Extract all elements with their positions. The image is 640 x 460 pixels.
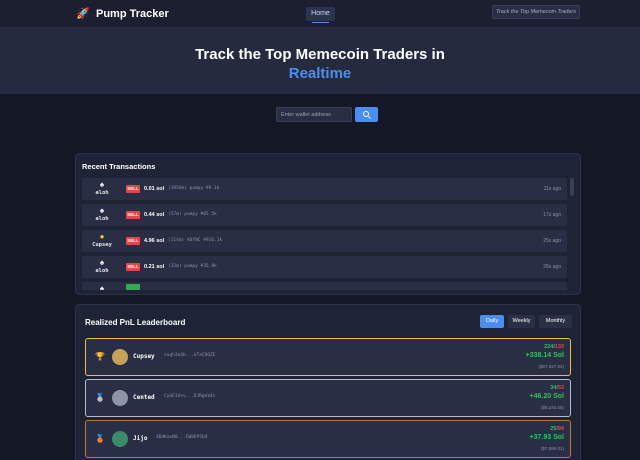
transaction-row[interactable]: ♠ aloh SELL 0.21 sol (32m) pumpy ¥35.9k …: [82, 256, 567, 278]
brand[interactable]: 🚀 Pump Tracker: [76, 6, 169, 22]
nav-search-box[interactable]: Track the Top Memecoin Traders: [492, 5, 580, 19]
avatar: [112, 390, 128, 406]
trader-name[interactable]: aloh: [82, 190, 122, 196]
wallet-address[interactable]: CyaE1Vxv...DJRgeV4c: [164, 394, 215, 399]
tx-amount: 0.21 sol: [144, 264, 165, 270]
tx-time: 11s ago: [543, 186, 561, 192]
tx-amount: 4.96 sol: [144, 238, 165, 244]
tab-daily[interactable]: Daily: [480, 315, 504, 328]
tx-details: (114m) ADYNC ¥916.1k: [168, 238, 223, 243]
realized-pnl: +37.93 Sol: [529, 434, 564, 441]
win-loss-count: 25/94: [550, 426, 564, 432]
realized-pnl: +46.20 Sol: [529, 393, 564, 400]
trophy-icon: 🏆: [95, 352, 105, 361]
recent-transactions-title: Recent Transactions: [82, 162, 156, 171]
tx-details: (32m) pumpy ¥35.9k: [168, 264, 217, 269]
trader-name[interactable]: Jijo: [133, 435, 147, 442]
pnl-usd: ($9,240.08): [540, 405, 564, 410]
sell-badge: SELL: [126, 211, 140, 219]
tx-time: 28s ago: [543, 264, 561, 270]
trader-name[interactable]: aloh: [82, 268, 122, 274]
sell-badge: SELL: [126, 237, 140, 245]
trader-name[interactable]: Cupsey: [82, 242, 122, 248]
sell-badge: SELL: [126, 263, 140, 271]
avatar: [112, 349, 128, 365]
hero-title: Track the Top Memecoin Traders in: [195, 46, 445, 63]
trader-name[interactable]: aloh: [82, 216, 122, 222]
hero-title-highlight: Realtime: [288, 65, 352, 82]
buy-badge: [126, 284, 140, 290]
sell-badge: SELL: [126, 185, 140, 193]
tx-amount: 0.44 sol: [144, 212, 165, 218]
transaction-row[interactable]: ♠ aloh SELL 0.44 sol (57m) pumpy ¥85.5k …: [82, 204, 567, 226]
tx-time: 17s ago: [543, 212, 561, 218]
wallet-address[interactable]: 4BdKaxN8...EW8DP5U4: [156, 435, 207, 440]
tab-weekly[interactable]: Weekly: [508, 315, 535, 328]
top-nav: 🚀 Pump Tracker Home Track the Top Memeco…: [0, 0, 640, 28]
tab-monthly[interactable]: Monthly: [539, 315, 572, 328]
recent-transactions-panel: Recent Transactions ♠ aloh SELL 0.01 sol…: [75, 153, 581, 295]
app-name: Pump Tracker: [96, 8, 169, 20]
wallet-search-button[interactable]: [355, 107, 378, 122]
transaction-scrollbar[interactable]: [570, 178, 574, 196]
transaction-list[interactable]: ♠ aloh SELL 0.01 sol (3858k) pumpy ¥9.1k…: [82, 178, 567, 290]
leaderboard-entry[interactable]: 🏆 Cupsey suqh3a4b...kTaCRQZE 224/133 +33…: [85, 338, 571, 376]
tx-amount: 0.01 sol: [144, 186, 165, 192]
tx-details: (57m) pumpy ¥85.5k: [168, 212, 217, 217]
tx-details: (3858k) pumpy ¥9.1k: [168, 186, 220, 191]
transaction-row[interactable]: ♠ aloh SELL 0.01 sol (3858k) pumpy ¥9.1k…: [82, 178, 567, 200]
win-loss-count: 34/53: [550, 385, 564, 391]
nav-home-tab[interactable]: Home: [306, 7, 335, 23]
leaderboard-panel: Realized PnL Leaderboard Daily Weekly Mo…: [75, 304, 581, 460]
pnl-usd: ($7,586.01): [540, 446, 564, 451]
transaction-row[interactable]: ♠: [82, 282, 567, 290]
bronze-medal-icon: 🥉: [95, 434, 105, 443]
realized-pnl: +338.14 Sol: [525, 352, 564, 359]
leaderboard-entry[interactable]: 🥉 Jijo 4BdKaxN8...EW8DP5U4 25/94 +37.93 …: [85, 420, 571, 458]
trader-name[interactable]: Cupsey: [133, 353, 155, 360]
hero-banner: Track the Top Memecoin Traders in Realti…: [0, 28, 640, 94]
silver-medal-icon: 🥈: [95, 393, 105, 402]
search-icon: [363, 111, 369, 117]
trader-avatar-icon: ●: [99, 232, 105, 241]
leaderboard-entry[interactable]: 🥈 Cented CyaE1Vxv...DJRgeV4c 34/53 +46.2…: [85, 379, 571, 417]
wallet-address-input[interactable]: [276, 107, 352, 122]
avatar: [112, 431, 128, 447]
trader-avatar-icon: ♠: [99, 258, 105, 267]
trader-avatar-icon: ♠: [99, 284, 105, 290]
transaction-row[interactable]: ● Cupsey SELL 4.96 sol (114m) ADYNC ¥916…: [82, 230, 567, 252]
trader-name[interactable]: Cented: [133, 394, 155, 401]
trader-avatar-icon: ♠: [99, 206, 105, 215]
leaderboard-title: Realized PnL Leaderboard: [85, 318, 186, 327]
pnl-usd: ($57,527.92): [538, 364, 564, 369]
rocket-icon: 🚀: [76, 8, 90, 20]
trader-avatar-icon: ♠: [99, 180, 105, 189]
wallet-address[interactable]: suqh3a4b...kTaCRQZE: [164, 353, 215, 358]
tx-time: 25s ago: [543, 238, 561, 244]
win-loss-count: 224/133: [544, 344, 564, 350]
